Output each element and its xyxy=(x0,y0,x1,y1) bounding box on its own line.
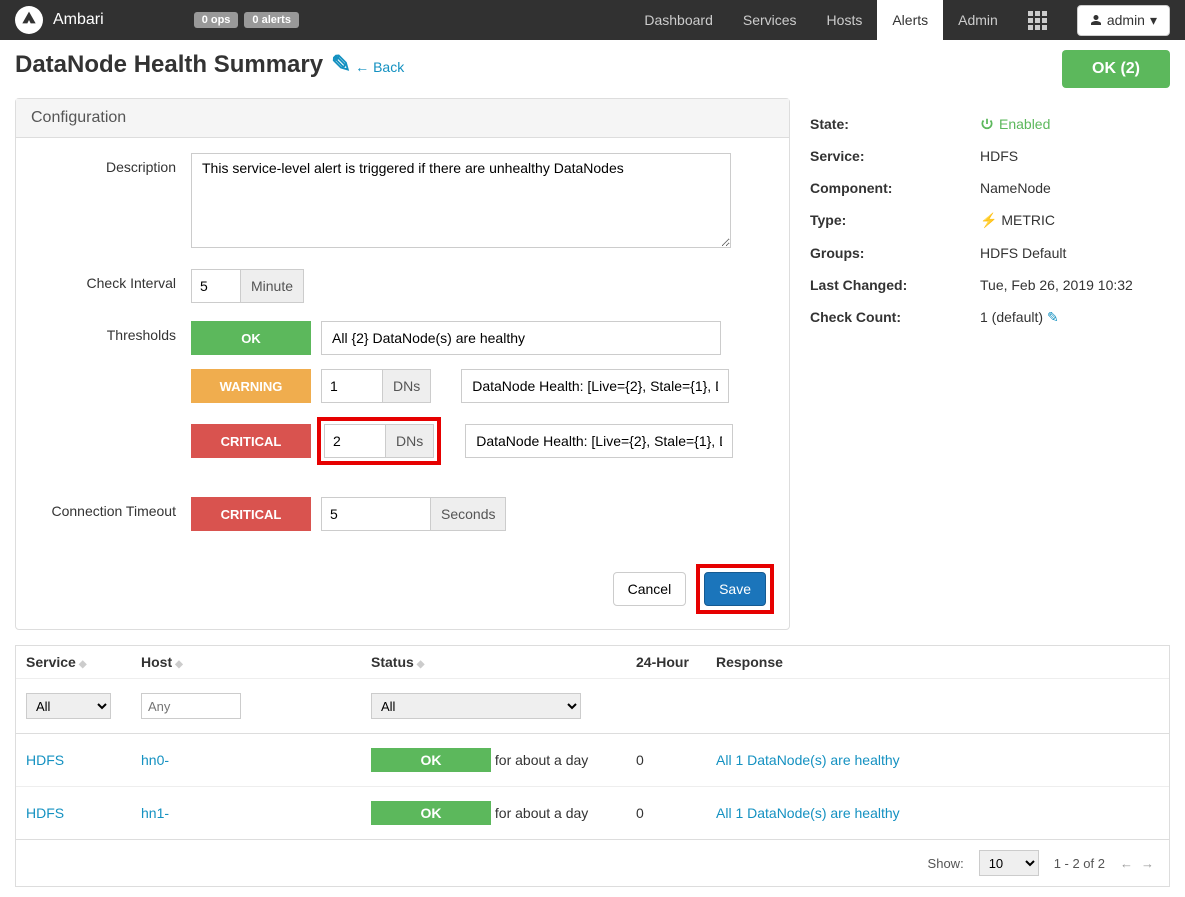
timeout-label: Connection Timeout xyxy=(31,497,191,519)
threshold-ok-msg[interactable] xyxy=(321,321,721,355)
status-badge: OK xyxy=(371,748,491,772)
component-value: NameNode xyxy=(980,180,1170,196)
threshold-warning-value[interactable] xyxy=(321,369,383,403)
alert-summary-badge[interactable]: OK (2) xyxy=(1062,50,1170,88)
brand-text: Ambari xyxy=(53,11,104,29)
top-nav: Ambari 0 ops 0 alerts Dashboard Services… xyxy=(0,0,1185,40)
description-textarea[interactable]: This service-level alert is triggered if… xyxy=(191,153,731,248)
filter-host[interactable] xyxy=(141,693,241,719)
nav-alerts[interactable]: Alerts xyxy=(877,0,943,40)
row-24h: 0 xyxy=(626,787,706,840)
threshold-warning-msg[interactable] xyxy=(461,369,729,403)
component-label: Component: xyxy=(810,180,980,196)
pager-range: 1 - 2 of 2 xyxy=(1054,856,1105,871)
pager-prev-icon[interactable]: ← xyxy=(1120,856,1133,871)
sort-icon: ◆ xyxy=(175,659,183,670)
service-label: Service: xyxy=(810,148,980,164)
nav-hosts[interactable]: Hosts xyxy=(812,0,878,40)
nav-dashboard[interactable]: Dashboard xyxy=(629,0,728,40)
apps-grid-icon[interactable] xyxy=(1013,0,1062,40)
power-icon xyxy=(980,117,994,131)
groups-label: Groups: xyxy=(810,245,980,261)
filter-service[interactable]: All xyxy=(26,693,111,719)
bolt-icon: ⚡ xyxy=(980,212,997,228)
interval-label: Check Interval xyxy=(31,269,191,291)
row-host[interactable]: hn0- xyxy=(141,752,169,768)
filter-status[interactable]: All xyxy=(371,693,581,719)
user-icon xyxy=(1090,14,1102,26)
edit-count-icon[interactable]: ✎ xyxy=(1047,309,1059,325)
page-title: DataNode Health Summary ✎ xyxy=(15,50,351,79)
row-response[interactable]: All 1 DataNode(s) are healthy xyxy=(716,752,900,768)
timeout-critical-label: CRITICAL xyxy=(191,497,311,531)
timeout-value[interactable] xyxy=(321,497,431,531)
nav-admin[interactable]: Admin xyxy=(943,0,1013,40)
user-menu-button[interactable]: admin ▾ xyxy=(1077,5,1170,36)
changed-label: Last Changed: xyxy=(810,277,980,293)
sort-icon: ◆ xyxy=(417,659,425,670)
threshold-critical-value[interactable] xyxy=(324,424,386,458)
user-label: admin xyxy=(1107,12,1145,28)
service-value: HDFS xyxy=(980,148,1170,164)
count-label: Check Count: xyxy=(810,309,980,326)
timeout-unit: Seconds xyxy=(431,497,506,531)
nav-services[interactable]: Services xyxy=(728,0,812,40)
info-panel: State: Enabled Service:HDFS Component:Na… xyxy=(810,98,1170,344)
arrow-left-icon: ← xyxy=(355,59,369,75)
status-badge: OK xyxy=(371,801,491,825)
alerts-badge[interactable]: 0 alerts xyxy=(244,12,299,28)
th-host[interactable]: Host◆ xyxy=(131,646,361,679)
count-value: 1 (default) ✎ xyxy=(980,309,1170,326)
critical-highlight: DNs xyxy=(317,417,441,465)
threshold-critical-label: CRITICAL xyxy=(191,424,311,458)
pager-next-icon[interactable]: → xyxy=(1141,856,1154,871)
table-row: HDFS hn0- OK for about a day 0 All 1 Dat… xyxy=(16,734,1169,787)
save-highlight: Save xyxy=(696,564,774,614)
pager-show-label: Show: xyxy=(928,856,964,871)
thresholds-label: Thresholds xyxy=(31,321,191,343)
th-status[interactable]: Status◆ xyxy=(361,646,626,679)
row-response[interactable]: All 1 DataNode(s) are healthy xyxy=(716,805,900,821)
configuration-panel: Configuration Description This service-l… xyxy=(15,98,790,630)
state-label: State: xyxy=(810,116,980,132)
sort-icon: ◆ xyxy=(79,659,87,670)
threshold-critical-unit: DNs xyxy=(386,424,434,458)
row-duration: for about a day xyxy=(495,752,588,768)
threshold-ok-label: OK xyxy=(191,321,311,355)
description-label: Description xyxy=(31,153,191,175)
row-service[interactable]: HDFS xyxy=(26,752,64,768)
instances-table: Service◆ Host◆ Status◆ 24-Hour Response … xyxy=(15,645,1170,840)
type-value: ⚡ METRIC xyxy=(980,212,1170,229)
pager-size-select[interactable]: 10 xyxy=(979,850,1039,876)
th-service[interactable]: Service◆ xyxy=(16,646,131,679)
edit-title-icon[interactable]: ✎ xyxy=(331,50,351,79)
interval-input[interactable] xyxy=(191,269,241,303)
cancel-button[interactable]: Cancel xyxy=(613,572,687,606)
row-duration: for about a day xyxy=(495,805,588,821)
interval-unit: Minute xyxy=(241,269,304,303)
pager: Show: 10 1 - 2 of 2 ← → xyxy=(15,840,1170,887)
row-24h: 0 xyxy=(626,734,706,787)
type-label: Type: xyxy=(810,212,980,229)
nav-right: Dashboard Services Hosts Alerts Admin ad… xyxy=(629,0,1170,40)
back-link[interactable]: ← Back xyxy=(355,59,404,75)
th-response: Response xyxy=(706,646,1169,679)
status-badges: 0 ops 0 alerts xyxy=(194,12,299,28)
caret-down-icon: ▾ xyxy=(1150,12,1157,29)
ops-badge[interactable]: 0 ops xyxy=(194,12,239,28)
groups-value: HDFS Default xyxy=(980,245,1170,261)
threshold-warning-label: WARNING xyxy=(191,369,311,403)
threshold-critical-msg[interactable] xyxy=(465,424,733,458)
table-row: HDFS hn1- OK for about a day 0 All 1 Dat… xyxy=(16,787,1169,840)
save-button[interactable]: Save xyxy=(704,572,766,606)
threshold-warning-unit: DNs xyxy=(383,369,431,403)
state-value: Enabled xyxy=(980,116,1170,132)
row-service[interactable]: HDFS xyxy=(26,805,64,821)
brand-wrap[interactable]: Ambari xyxy=(15,6,104,34)
panel-heading: Configuration xyxy=(16,99,789,138)
row-host[interactable]: hn1- xyxy=(141,805,169,821)
th-24hour: 24-Hour xyxy=(626,646,706,679)
changed-value: Tue, Feb 26, 2019 10:32 xyxy=(980,277,1170,293)
ambari-logo-icon xyxy=(15,6,43,34)
